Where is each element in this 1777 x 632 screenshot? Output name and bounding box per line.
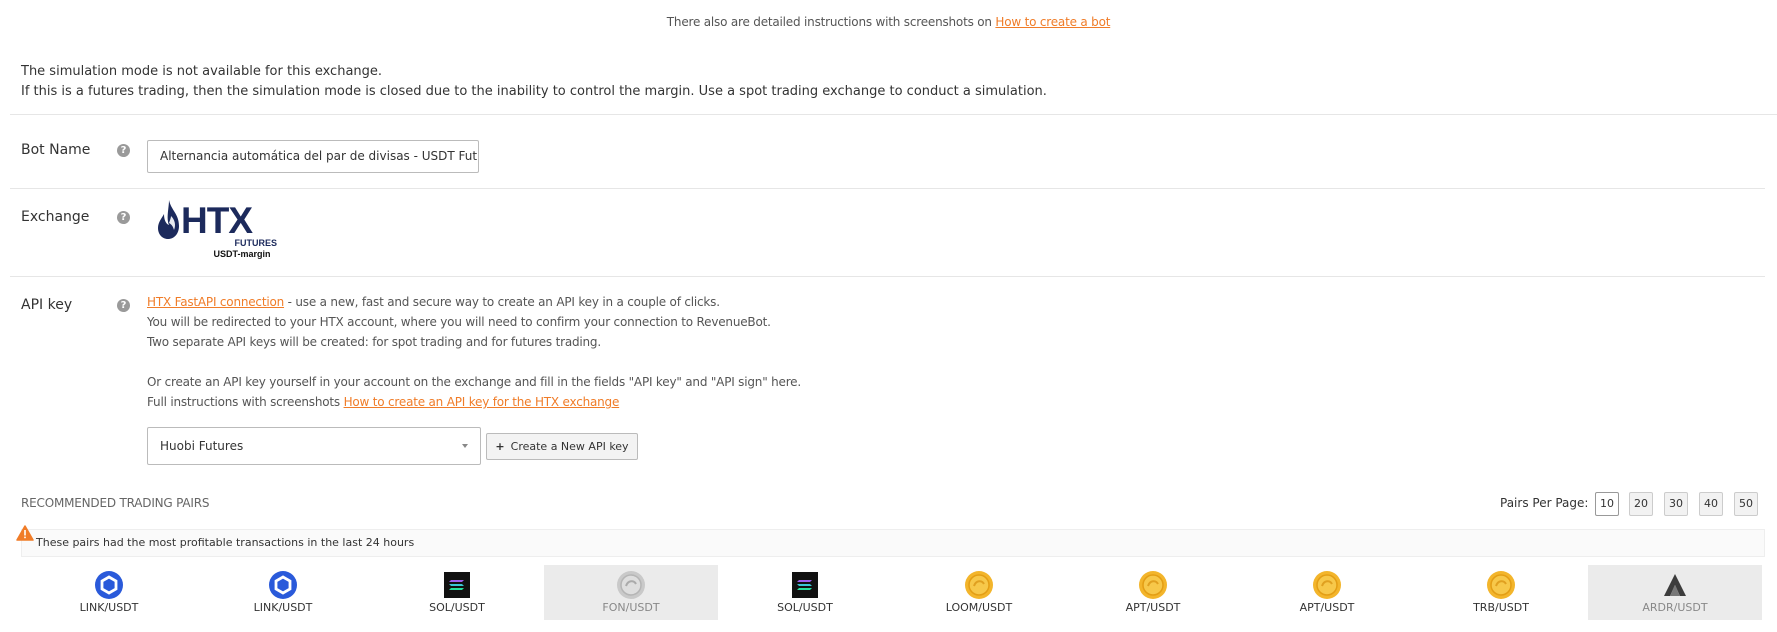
pair-label: LINK/USDT (253, 601, 313, 614)
bot-name-label: Bot Name (21, 142, 91, 158)
pair-tile[interactable]: APT/USDT (1066, 565, 1240, 620)
divider (10, 188, 1765, 189)
api-key-select[interactable]: Huobi Futures (147, 427, 481, 465)
simulation-notice: The simulation mode is not available for… (21, 62, 1047, 102)
pair-label: FON/USDT (602, 601, 660, 614)
htx-fastapi-link[interactable]: HTX FastAPI connection (147, 295, 284, 309)
create-api-key-label: Create a New API key (510, 440, 629, 453)
pair-label: LOOM/USDT (945, 601, 1013, 614)
instructions-text: There also are detailed instructions wit… (666, 15, 996, 29)
api-key-help-icon[interactable]: ? (117, 299, 130, 312)
pair-tile[interactable]: FON/USDT (544, 565, 718, 620)
api-key-select-value: Huobi Futures (160, 439, 244, 453)
profitable-pairs-alert: These pairs had the most profitable tran… (21, 529, 1765, 557)
pair-tile[interactable]: LOOM/USDT (892, 565, 1066, 620)
simulation-notice-line1: The simulation mode is not available for… (21, 64, 383, 79)
htx-futures-logo: HTX FUTURES USDT-margin (157, 198, 277, 264)
pair-tile[interactable]: SOL/USDT (370, 565, 544, 620)
pair-tile[interactable]: LINK/USDT (22, 565, 196, 620)
api-manual-note: Or create an API key yourself in your ac… (147, 375, 801, 389)
htx-logo-margin: USDT-margin (213, 249, 271, 259)
coin-icon (1139, 571, 1167, 599)
divider (10, 276, 1765, 277)
api-instructions-link[interactable]: How to create an API key for the HTX exc… (344, 395, 620, 409)
ardor-icon (1664, 574, 1686, 596)
pair-tile[interactable]: APT/USDT (1240, 565, 1414, 620)
pair-tile[interactable]: LINK/USDT (196, 565, 370, 620)
coin-icon (1313, 571, 1341, 599)
pair-label: ARDR/USDT (1642, 601, 1708, 614)
pair-tile[interactable]: SOL/USDT (718, 565, 892, 620)
solana-icon (444, 572, 470, 598)
instructions-note: There also are detailed instructions wit… (0, 15, 1777, 29)
per-page-30-button[interactable]: 30 (1664, 492, 1688, 516)
pair-label: APT/USDT (1125, 601, 1181, 614)
plus-icon: + (495, 440, 505, 453)
solana-icon (792, 572, 818, 598)
per-page-50-button[interactable]: 50 (1734, 492, 1758, 516)
coin-icon (617, 571, 645, 599)
pair-label: LINK/USDT (79, 601, 139, 614)
per-page-20-button[interactable]: 20 (1629, 492, 1653, 516)
divider (10, 114, 1777, 115)
recommended-pairs-title: RECOMMENDED TRADING PAIRS (21, 496, 210, 510)
coin-icon (1487, 571, 1515, 599)
bot-name-input[interactable]: Alternancia automática del par de divisa… (147, 140, 479, 173)
per-page-10-button[interactable]: 10 (1595, 492, 1619, 516)
pair-label: APT/USDT (1299, 601, 1355, 614)
alert-text: These pairs had the most profitable tran… (36, 536, 415, 549)
pair-label: SOL/USDT (429, 601, 485, 614)
pair-tile[interactable]: ARDR/USDT (1588, 565, 1762, 620)
pair-label: TRB/USDT (1473, 601, 1529, 614)
api-instructions-prefix: Full instructions with screenshots (147, 395, 344, 409)
api-key-label: API key (21, 297, 73, 313)
chevron-down-icon (462, 444, 468, 448)
warning-icon (16, 525, 34, 541)
how-to-create-bot-link[interactable]: How to create a bot (995, 15, 1110, 29)
htx-logo-text: HTX (181, 200, 253, 241)
create-api-key-button[interactable]: + Create a New API key (486, 433, 638, 460)
bot-name-help-icon[interactable]: ? (117, 144, 130, 157)
coin-icon (965, 571, 993, 599)
api-key-instructions: HTX FastAPI connection - use a new, fast… (147, 292, 801, 412)
api-redirect-note: You will be redirected to your HTX accou… (147, 315, 771, 329)
pairs-per-page-label: Pairs Per Page: (1500, 496, 1589, 510)
htx-logo-futures: FUTURES (234, 238, 278, 248)
chainlink-icon (95, 571, 123, 599)
per-page-40-button[interactable]: 40 (1699, 492, 1723, 516)
pair-label: SOL/USDT (777, 601, 833, 614)
exchange-help-icon[interactable]: ? (117, 211, 130, 224)
api-two-keys-note: Two separate API keys will be created: f… (147, 335, 601, 349)
chainlink-icon (269, 571, 297, 599)
fastapi-description: - use a new, fast and secure way to crea… (284, 295, 720, 309)
simulation-notice-line2: If this is a futures trading, then the s… (21, 84, 1047, 99)
exchange-label: Exchange (21, 209, 90, 225)
pair-tile[interactable]: TRB/USDT (1414, 565, 1588, 620)
